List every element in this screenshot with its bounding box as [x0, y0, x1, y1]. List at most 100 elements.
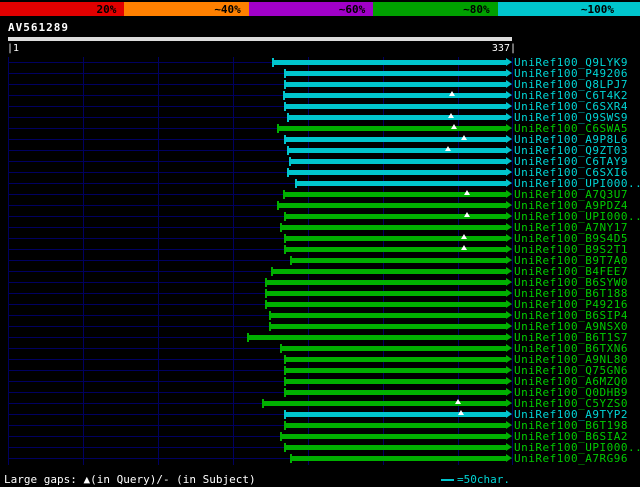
alignment-bar[interactable] — [264, 278, 512, 287]
alignment-bar[interactable] — [284, 135, 512, 144]
bar-start-tick — [284, 421, 286, 430]
alignment-bar[interactable] — [284, 212, 512, 221]
query-bar — [8, 37, 512, 41]
bar-arrowhead — [506, 278, 512, 286]
alignment-bar[interactable] — [290, 256, 512, 265]
query-gap-triangle — [450, 124, 457, 129]
bar-arrowhead — [506, 454, 512, 462]
alignment-bar[interactable] — [294, 179, 512, 188]
bar-arrowhead — [506, 388, 512, 396]
bar-start-tick — [294, 179, 297, 188]
alignment-bar[interactable] — [282, 190, 512, 199]
query-gap-triangle — [464, 212, 470, 217]
bar-start-tick — [290, 256, 292, 265]
alignment-bar[interactable] — [269, 311, 512, 320]
alignment-bar[interactable] — [279, 432, 512, 441]
alignment-bar[interactable] — [276, 201, 512, 210]
alignment-bar[interactable] — [246, 333, 512, 342]
alignment-row: UniRef100_A7RG96 — [0, 453, 640, 464]
alignment-bar[interactable] — [282, 91, 512, 100]
query-gap-triangle — [455, 399, 461, 404]
scale-segment-label: ~60% — [338, 2, 366, 16]
bar-arrowhead — [506, 432, 512, 440]
bar-start-tick — [284, 102, 286, 111]
bar-start-tick — [269, 322, 271, 331]
bar-arrowhead — [506, 179, 512, 187]
bar-arrowhead — [506, 168, 512, 176]
bar-start-tick — [282, 91, 285, 100]
query-name: AV561289 — [8, 21, 69, 34]
bar-arrowhead — [506, 355, 512, 363]
alignment-bar[interactable] — [288, 157, 512, 166]
alignment-bar[interactable] — [279, 344, 512, 353]
alignment-bar[interactable] — [284, 245, 512, 254]
alignment-bar[interactable] — [284, 80, 512, 89]
bar-arrowhead — [506, 443, 512, 451]
alignment-bar[interactable] — [290, 454, 512, 463]
scale-segment-label: ~40% — [214, 2, 241, 16]
identity-scale-bar: 20% ~40% ~60% ~80% ~100% — [0, 2, 640, 16]
alignment-bar[interactable] — [261, 399, 512, 408]
alignment-bar[interactable] — [284, 410, 512, 419]
scale-legend-line — [441, 479, 454, 481]
alignment-bar[interactable] — [264, 289, 512, 298]
bar-start-tick — [264, 278, 267, 287]
alignment-bar[interactable] — [284, 388, 512, 397]
bar-arrowhead — [506, 102, 512, 110]
bar-arrowhead — [506, 124, 512, 132]
alignment-plot: UniRef100_Q9LYK9 UniRef100_P49206 UniRef10… — [0, 57, 640, 465]
bar-start-tick — [269, 311, 271, 320]
scale-segment: ~100% — [497, 2, 640, 16]
alignment-bar[interactable] — [272, 58, 512, 67]
bar-arrowhead — [506, 135, 512, 143]
bar-arrowhead — [506, 344, 512, 352]
bar-start-tick — [284, 355, 286, 364]
query-gap-triangle — [449, 91, 455, 96]
bar-start-tick — [284, 234, 286, 243]
alignment-bar[interactable] — [287, 146, 512, 155]
bar-arrowhead — [506, 234, 512, 242]
alignment-bar[interactable] — [284, 443, 512, 452]
query-gap-triangle — [461, 234, 467, 239]
bar-start-tick — [284, 443, 286, 452]
bar-arrowhead — [506, 223, 512, 231]
alignment-bar[interactable] — [269, 322, 512, 331]
alignment-bar[interactable] — [284, 102, 512, 111]
bar-start-tick — [284, 135, 286, 144]
bar-start-tick — [287, 146, 289, 155]
hit-label[interactable]: UniRef100_A7RG96 — [514, 453, 628, 464]
bar-start-tick — [272, 58, 274, 67]
alignment-bar[interactable] — [284, 421, 512, 430]
alignment-bar[interactable] — [284, 366, 512, 375]
bar-start-tick — [284, 388, 286, 397]
bar-arrowhead — [506, 69, 512, 77]
bar-start-tick — [284, 212, 286, 221]
bar-arrowhead — [506, 410, 512, 418]
bar-arrowhead — [506, 113, 512, 121]
scale-segment-label: 20% — [96, 2, 117, 16]
alignment-bar[interactable] — [264, 300, 512, 309]
bar-arrowhead — [506, 256, 512, 264]
bar-arrowhead — [506, 300, 512, 308]
alignment-bar[interactable] — [284, 69, 512, 78]
query-gap-triangle — [447, 113, 454, 118]
bar-arrowhead — [506, 58, 512, 66]
alignment-bar[interactable] — [287, 113, 512, 122]
bar-arrowhead — [506, 377, 512, 385]
bar-arrowhead — [506, 333, 512, 341]
alignment-bar[interactable] — [284, 377, 512, 386]
query-gap-triangle — [461, 245, 467, 250]
bar-start-tick — [288, 157, 291, 166]
alignment-bar[interactable] — [276, 124, 512, 133]
bar-arrowhead — [506, 91, 512, 99]
scale-segment: ~60% — [248, 2, 374, 16]
alignment-bar[interactable] — [284, 355, 512, 364]
bar-arrowhead — [506, 322, 512, 330]
axis-start-label: |1 — [7, 43, 20, 54]
bar-arrowhead — [506, 157, 512, 165]
query-gap-triangle — [464, 190, 470, 195]
alignment-bar[interactable] — [287, 168, 512, 177]
alignment-bar[interactable] — [284, 234, 512, 243]
alignment-bar[interactable] — [270, 267, 512, 276]
alignment-bar[interactable] — [279, 223, 512, 232]
